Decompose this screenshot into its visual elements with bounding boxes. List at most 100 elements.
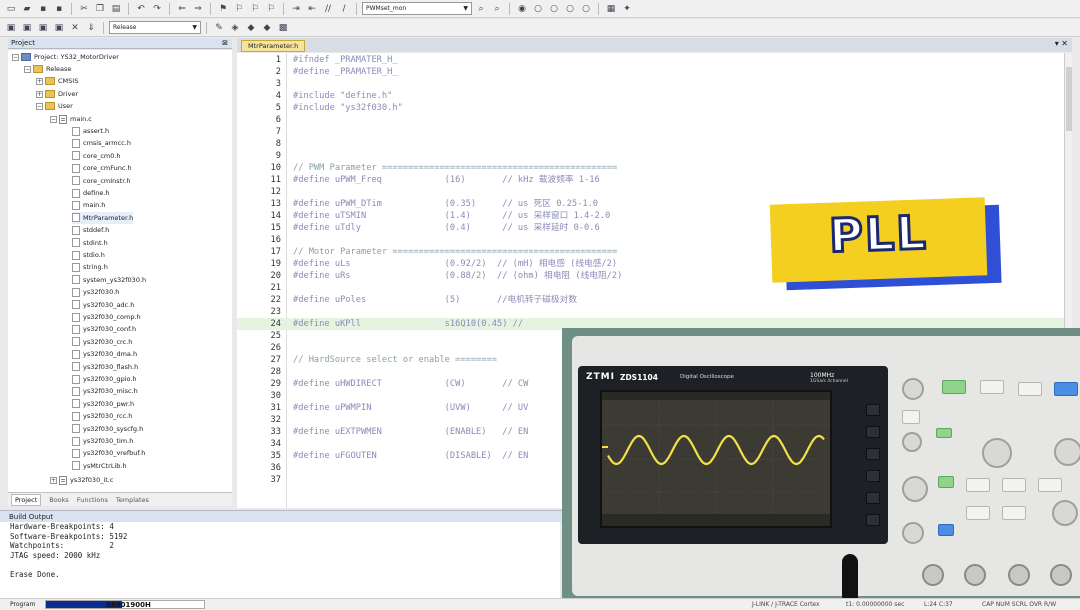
channel-1-button[interactable] — [938, 476, 954, 488]
tree-header-file[interactable]: ys32f030_dma.h — [72, 348, 137, 360]
tree-header-file[interactable]: ys32f030_vrefbuf.h — [72, 447, 145, 459]
tree-header-file[interactable]: cmsis_armcc.h — [72, 137, 131, 149]
batch-build-icon[interactable]: ▣ — [52, 21, 66, 35]
tree-header-file[interactable]: ys32f030_conf.h — [72, 323, 136, 335]
multipurpose-knob[interactable] — [902, 378, 924, 400]
tree-header-file[interactable]: MtrParameter.h — [72, 211, 134, 224]
open-file-icon[interactable]: ▰ — [20, 2, 34, 16]
redo-icon[interactable]: ↷ — [150, 2, 164, 16]
bookmark-clear-icon[interactable]: ⚐ — [264, 2, 278, 16]
tree-header-file[interactable]: ys32f030_misc.h — [72, 385, 138, 397]
collapse-icon[interactable]: − — [24, 65, 31, 73]
copy-icon[interactable]: ❐ — [93, 2, 107, 16]
stop-build-icon[interactable]: ✕ — [68, 21, 82, 35]
tree-header-file[interactable]: ys32f030_flash.h — [72, 361, 138, 373]
bookmark-icon[interactable]: ⚑ — [216, 2, 230, 16]
stop-icon[interactable]: ○ — [547, 2, 561, 16]
save-all-icon[interactable]: ▪ — [52, 2, 66, 16]
tree-file-it-c[interactable]: + ys32f030_it.c — [50, 474, 113, 486]
scope-button[interactable] — [980, 380, 1004, 394]
collapse-icon[interactable]: − — [50, 115, 57, 123]
scope-button[interactable] — [1002, 478, 1026, 492]
softkey[interactable] — [866, 426, 880, 438]
softkey[interactable] — [866, 470, 880, 482]
debug-start-icon[interactable]: ◉ — [515, 2, 529, 16]
ch2-knob[interactable] — [902, 522, 924, 544]
pack-installer-icon[interactable]: ▩ — [276, 21, 290, 35]
scope-button[interactable] — [966, 506, 990, 520]
find-combo[interactable]: PWMset_mon ▼ — [362, 2, 472, 15]
breakpoint-icon[interactable]: ○ — [563, 2, 577, 16]
scope-button[interactable] — [902, 410, 920, 424]
scope-button[interactable] — [1002, 506, 1026, 520]
scrollbar-thumb[interactable] — [1066, 67, 1072, 131]
scope-button[interactable] — [1018, 382, 1042, 396]
expand-icon[interactable]: + — [36, 77, 43, 85]
tree-file-main-c[interactable]: − main.c — [50, 113, 92, 125]
nav-back-icon[interactable]: ⇐ — [175, 2, 189, 16]
softkey[interactable] — [866, 514, 880, 526]
uncomment-icon[interactable]: / — [337, 2, 351, 16]
download-icon[interactable]: ⇓ — [84, 21, 98, 35]
tree-header-file[interactable]: stdio.h — [72, 249, 105, 261]
tree-header-file[interactable]: ys32f030_pwr.h — [72, 398, 134, 410]
scope-button[interactable] — [1038, 478, 1062, 492]
new-file-icon[interactable]: ▭ — [4, 2, 18, 16]
rebuild-icon[interactable]: ▣ — [36, 21, 50, 35]
tree-root[interactable]: − Project: YS32_MotorDriver — [12, 51, 119, 63]
editor-close-icon[interactable]: ▾ ✕ — [1055, 39, 1068, 48]
tree-header-file[interactable]: main.h — [72, 199, 105, 211]
scope-button-green[interactable] — [936, 428, 952, 438]
indent-icon[interactable]: ⇥ — [289, 2, 303, 16]
tree-header-file[interactable]: ys32f030_tim.h — [72, 435, 133, 447]
tree-header-file[interactable]: stdint.h — [72, 237, 108, 249]
scope-button-blue[interactable] — [1054, 382, 1078, 396]
configure-icon[interactable]: ✦ — [620, 2, 634, 16]
unindent-icon[interactable]: ⇤ — [305, 2, 319, 16]
expand-icon[interactable]: + — [36, 90, 43, 98]
tree-group-cmsis[interactable]: + CMSIS — [36, 75, 78, 87]
volts-div-knob[interactable] — [902, 476, 928, 502]
tree-header-file[interactable]: ys32f030_crc.h — [72, 336, 132, 348]
tree-header-file[interactable]: core_cmInstr.h — [72, 175, 130, 187]
build-icon[interactable]: ▣ — [20, 21, 34, 35]
run-time-env-icon[interactable]: ◆ — [260, 21, 274, 35]
horizontal-scale-knob[interactable] — [982, 438, 1012, 468]
tree-header-file[interactable]: ys32f030_gpio.h — [72, 373, 137, 385]
window-layout-icon[interactable]: ▦ — [604, 2, 618, 16]
vertical-position-knob[interactable] — [902, 432, 922, 452]
tree-header-file[interactable]: core_cm0.h — [72, 150, 121, 162]
tree-header-file[interactable]: core_cmFunc.h — [72, 162, 132, 174]
tree-header-file[interactable]: stddef.h — [72, 224, 109, 236]
tree-header-file[interactable]: ys32f030_syscfg.h — [72, 423, 143, 435]
tree-header-file[interactable]: ys32f030.h — [72, 286, 119, 298]
disable-breakpoint-icon[interactable]: ○ — [579, 2, 593, 16]
tree-header-file[interactable]: ys32f030_comp.h — [72, 311, 141, 323]
trigger-knob[interactable] — [1052, 500, 1078, 526]
collapse-icon[interactable]: − — [36, 102, 43, 110]
scope-button[interactable] — [966, 478, 990, 492]
editor-tab-mtrparameter[interactable]: MtrParameter.h — [241, 40, 306, 52]
paste-icon[interactable]: ▤ — [109, 2, 123, 16]
manage-packs-icon[interactable]: ◆ — [244, 21, 258, 35]
tree-header-file[interactable]: ys32f030_rcc.h — [72, 410, 132, 422]
translate-icon[interactable]: ▣ — [4, 21, 18, 35]
target-options-icon[interactable]: ✎ — [212, 21, 226, 35]
trigger-level-knob[interactable] — [1054, 438, 1080, 466]
find-in-files-icon[interactable]: ⌕ — [490, 2, 504, 16]
expand-icon[interactable]: + — [50, 476, 57, 484]
nav-forward-icon[interactable]: ⇒ — [191, 2, 205, 16]
tree-group-driver[interactable]: + Driver — [36, 88, 78, 100]
tab-books[interactable]: Books — [49, 496, 69, 504]
tree-header-file[interactable]: ys32f030_adc.h — [72, 299, 134, 311]
tree-header-file[interactable]: string.h — [72, 261, 108, 273]
bookmark-next-icon[interactable]: ⚐ — [248, 2, 262, 16]
tree-header-file[interactable]: system_ys32f030.h — [72, 274, 146, 286]
softkey[interactable] — [866, 404, 880, 416]
tree-group-user[interactable]: − User — [36, 100, 73, 112]
save-icon[interactable]: ▪ — [36, 2, 50, 16]
tab-project[interactable]: Project — [11, 493, 42, 506]
tree-header-file[interactable]: ysMtrCtrLib.h — [72, 460, 127, 472]
tab-functions[interactable]: Functions — [77, 496, 108, 504]
run-icon[interactable]: ○ — [531, 2, 545, 16]
